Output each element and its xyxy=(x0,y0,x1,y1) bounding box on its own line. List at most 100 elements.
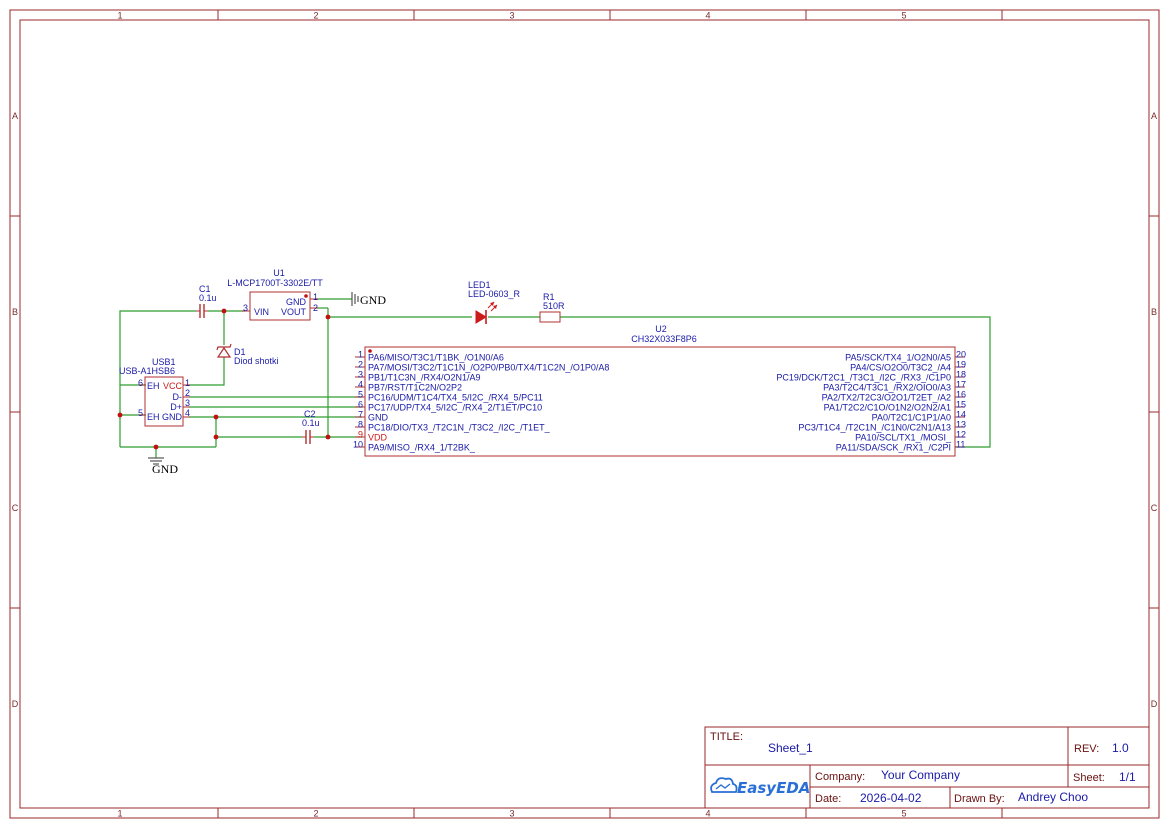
frame-col-5-bottom: 5 xyxy=(901,809,906,819)
u2-left-pin-num: 7 xyxy=(358,410,363,420)
u1-pin-vout: VOUT xyxy=(281,307,307,317)
u1-ref: U1 xyxy=(273,268,285,278)
gnd-bottom-label: GND xyxy=(152,462,178,476)
frame-col-1-bottom: 1 xyxy=(117,809,122,819)
sheet-label: Sheet: xyxy=(1073,772,1105,784)
c1-capacitor[interactable]: C1 0.1u xyxy=(196,284,217,318)
drawn-value: Andrey Choo xyxy=(1018,790,1088,804)
r1-value: 510R xyxy=(543,301,565,311)
frame-col-4-bottom: 4 xyxy=(705,809,710,819)
u1-value: L-MCP1700T-3302E/TT xyxy=(227,278,323,288)
frame-row-c-left: C xyxy=(12,503,19,513)
usb1-pin-dminus: D- xyxy=(173,392,183,402)
title-label: TITLE: xyxy=(710,731,743,743)
u2-right-pin-name: PC3/T1C4_/T2C1N_/C1N0/C2N1/A13 xyxy=(798,423,951,433)
c2-value: 0.1u xyxy=(302,418,320,428)
u2-right-pin-name: PA10/SCL/TX1_/MOSI_ xyxy=(855,433,952,443)
u2-right-pin-name: PA2/TX2/T2C3/O2O1/T2ET_/A2 xyxy=(822,393,951,403)
frame-col-3-top: 3 xyxy=(509,11,514,21)
rev-label: REV: xyxy=(1074,743,1099,755)
u2-right-pin-num: 18 xyxy=(956,370,966,380)
d1-diode[interactable]: D1 Diod shotki xyxy=(216,343,279,366)
usb1-num-2: 2 xyxy=(185,388,190,398)
u2-ref: U2 xyxy=(655,324,667,334)
wire-d1-vbus[interactable] xyxy=(189,357,225,386)
led1-value: LED-0603_R xyxy=(468,289,521,299)
easyeda-logo: EasyEDA xyxy=(710,777,810,797)
u2-left-pin-name: PB7/RST/T1C2N/O2P2 xyxy=(368,383,462,393)
date-label: Date: xyxy=(815,793,841,805)
u2-left-pin-num: 10 xyxy=(353,440,363,450)
logo-text: EasyEDA xyxy=(737,779,810,797)
gnd-symbol-top: GND xyxy=(351,292,386,307)
d1-value: Diod shotki xyxy=(234,356,279,366)
u2-right-pins: PA5/SCK/TX4_1/O2N0/A5 20 PA4/CS/O2O0/T3C2_… xyxy=(776,350,966,453)
u2-mcu[interactable]: U2 CH32X033F8P6 PA6/MISO/T3C1/T1BK_/O1N0… xyxy=(353,324,966,457)
u2-left-pin-name: PA9/MISO_/RX4_1/T2BK_ xyxy=(368,443,476,453)
sheet-value: 1/1 xyxy=(1119,770,1136,784)
u1-pin3-num: 3 xyxy=(243,303,248,313)
c2-capacitor[interactable]: C2 0.1u xyxy=(302,409,320,444)
u2-left-pin-num: 1 xyxy=(358,350,363,360)
u2-left-pin-name: PC17/UDP/TX4_5/I2C_/RX4_2/T1ET/PC10 xyxy=(368,403,542,413)
u2-left-pin-num: 8 xyxy=(358,420,363,430)
frame-row-a-right: A xyxy=(1151,111,1157,121)
u2-right-pin-num: 19 xyxy=(956,360,966,370)
frame-row-c-right: C xyxy=(1151,503,1158,513)
frame-col-2-top: 2 xyxy=(313,11,318,21)
frame-row-d-right: D xyxy=(1151,699,1158,709)
u2-right-pin-name: PA4/CS/O2O0/T3C2_/A4 xyxy=(850,363,951,373)
u2-right-pin-num: 17 xyxy=(956,380,966,390)
c1-value: 0.1u xyxy=(199,293,217,303)
usb1-num-3: 3 xyxy=(185,398,190,408)
u1-pin-vin: VIN xyxy=(254,307,269,317)
u2-left-pin-num: 2 xyxy=(358,360,363,370)
drawing-frame: 1 2 3 4 5 1 2 3 4 5 A B C D A B C D xyxy=(9,9,1160,819)
usb1-pin-dplus: D+ xyxy=(170,402,182,412)
usb1-pin-eh-bottom: EH xyxy=(147,412,160,422)
usb1-num-6: 6 xyxy=(138,378,143,388)
usb1-num-5: 5 xyxy=(138,408,143,418)
u2-left-pin-name: PA6/MISO/T3C1/T1BK_/O1N0/A6 xyxy=(368,353,504,363)
drawn-label: Drawn By: xyxy=(954,793,1005,805)
frame-row-b-left: B xyxy=(12,307,18,317)
u2-right-pin-num: 20 xyxy=(956,350,966,360)
gnd-symbol-bottom: GND xyxy=(148,457,178,476)
usb1-pin-gnd: GND xyxy=(162,412,183,422)
u2-left-pin-name: PB1/T1C3N_/RX4/O2N1/A9 xyxy=(368,373,481,383)
cloud-icon xyxy=(710,777,738,793)
u2-left-pin-num: 9 xyxy=(358,430,363,440)
u2-right-pin-num: 11 xyxy=(956,440,965,450)
u2-right-pin-name: PA3/T2C4/T3C1_/RX2/OIO0/A3 xyxy=(823,383,951,393)
usb1-value: USB-A1HSB6 xyxy=(119,366,175,376)
u1-regulator[interactable]: U1 L-MCP1700T-3302E/TT GND VOUT VIN 1 2 … xyxy=(227,268,323,321)
u2-right-pin-num: 12 xyxy=(956,430,966,440)
company-label: Company: xyxy=(815,771,865,783)
u2-right-pin-num: 15 xyxy=(956,400,966,410)
usb1-connector[interactable]: USB1 USB-A1HSB6 VCC D- D+ GND EH EH 1 2 … xyxy=(119,357,190,427)
frame-row-a-left: A xyxy=(12,111,18,121)
frame-col-1-top: 1 xyxy=(117,11,122,21)
u2-value: CH32X033F8P6 xyxy=(631,334,697,344)
usb1-pin-eh-top: EH xyxy=(147,381,160,391)
usb1-pin-vcc: VCC xyxy=(163,381,183,391)
u2-right-pin-name: PA1/T2C2/C1O/O1N2/O2N2/A1 xyxy=(824,403,951,413)
company-value: Your Company xyxy=(881,768,960,782)
wire-usb-gnd[interactable] xyxy=(189,416,217,447)
u2-right-pin-num: 13 xyxy=(956,420,966,430)
wire-vout-led[interactable] xyxy=(327,308,472,318)
frame-col-5-top: 5 xyxy=(901,11,906,21)
title-block: TITLE: Sheet_1 REV: 1.0 EasyEDA Company:… xyxy=(704,726,1150,809)
u2-left-pin-name: GND xyxy=(368,413,389,423)
u2-right-pin-name: PA11/SDA/SCK_/RX1_/C2PI xyxy=(836,443,951,453)
u1-pin2-num: 2 xyxy=(313,303,318,313)
frame-col-2-bottom: 2 xyxy=(313,809,318,819)
usb1-num-4: 4 xyxy=(185,408,190,418)
u2-right-pin-num: 16 xyxy=(956,390,966,400)
frame-row-d-left: D xyxy=(12,699,19,709)
date-value: 2026-04-02 xyxy=(860,791,922,805)
rev-value: 1.0 xyxy=(1112,741,1129,755)
u2-right-pin-name: PC19/DCK/T2C1_/T3C1_/I2C_/RX3_/C1P0 xyxy=(776,373,951,383)
frame-row-b-right: B xyxy=(1151,307,1157,317)
frame-col-3-bottom: 3 xyxy=(509,809,514,819)
